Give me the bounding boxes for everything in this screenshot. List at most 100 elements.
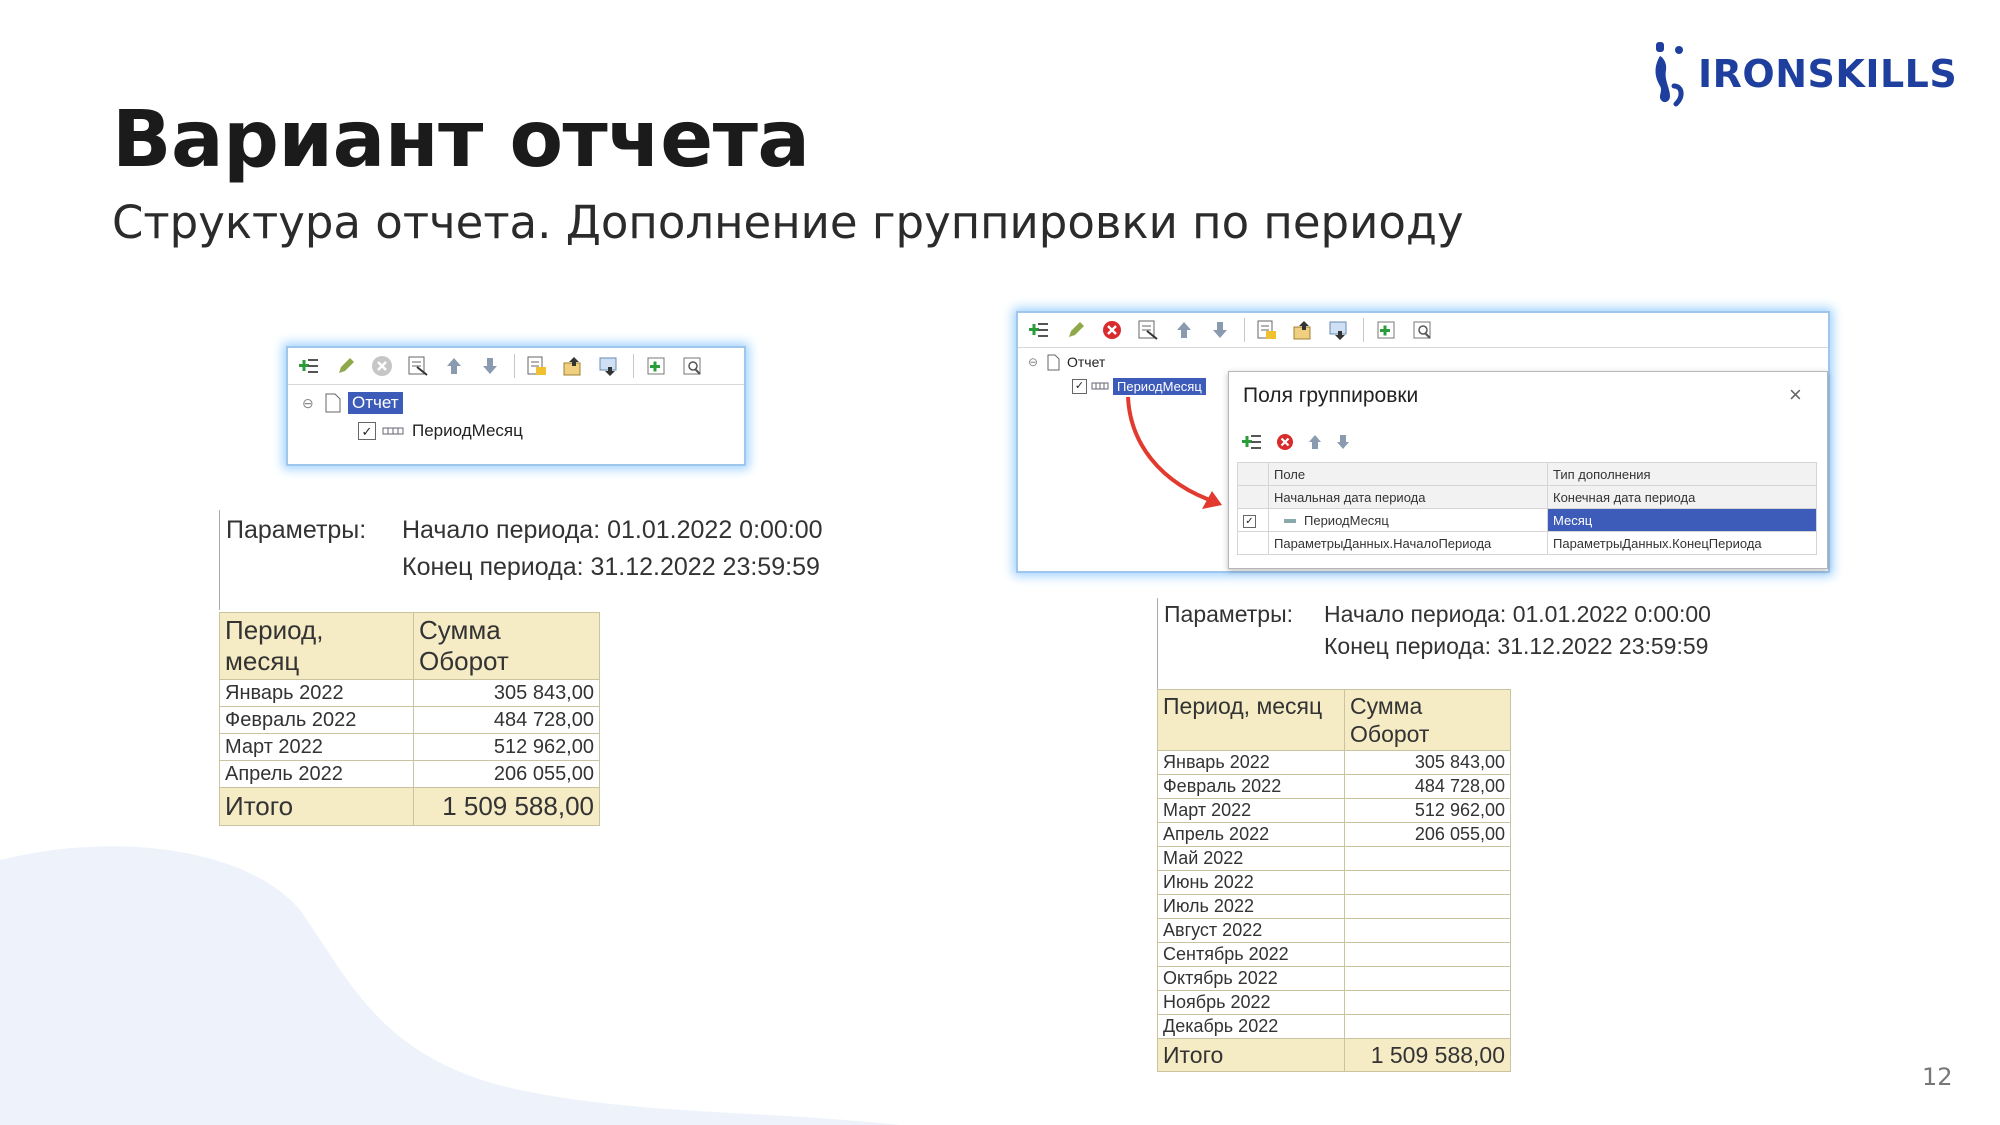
- selected-type-cell[interactable]: Месяц: [1547, 508, 1817, 532]
- table-header-row: Период, месяц Сумма Оборот: [1157, 689, 1511, 751]
- close-icon[interactable]: ×: [1789, 382, 1802, 408]
- grouping-fields-dialog: Поля группировки × Поле Тип дополнения Н…: [1228, 371, 1828, 569]
- right-params-block: Параметры: Начало периода: 01.01.2022 0:…: [1157, 598, 1778, 690]
- add-icon[interactable]: [1026, 316, 1054, 344]
- col-field-header: Поле: [1268, 462, 1548, 486]
- expand-icon[interactable]: [642, 352, 670, 380]
- total-label: Итого: [1157, 1038, 1345, 1072]
- table-row: Апрель 2022 206 055,00: [1157, 822, 1511, 847]
- col-period-header: Период, месяц: [219, 612, 414, 680]
- table-row: Апрель 2022 206 055,00: [219, 760, 600, 788]
- arrow-down-icon[interactable]: [1329, 428, 1357, 456]
- table-row[interactable]: Начальная дата периода Конечная дата пер…: [1237, 485, 1817, 509]
- field-icon: [1284, 519, 1296, 524]
- document-icon: [325, 393, 341, 413]
- table-header-row: Период, месяц Сумма Оборот: [219, 612, 600, 680]
- tree-child-row[interactable]: ✓ ПериодМесяц: [302, 417, 744, 445]
- red-arrow-icon: [1126, 396, 1222, 509]
- right-report-table: Период, месяц Сумма Оборот Январь 2022 30…: [1157, 689, 1511, 1072]
- group-up-icon[interactable]: [559, 352, 587, 380]
- table-row: Май 2022: [1157, 846, 1511, 871]
- total-value: 1 509 588,00: [1344, 1038, 1511, 1072]
- page-number: 12: [1922, 1063, 1953, 1091]
- group-checkbox[interactable]: ✓: [358, 422, 376, 440]
- left-params-block: Параметры: Начало периода: 01.01.2022 0:…: [219, 510, 850, 610]
- param-end: Конец периода: 31.12.2022 23:59:59: [1324, 633, 1709, 659]
- table-row: Февраль 2022 484 728,00: [219, 706, 600, 734]
- total-row: Итого 1 509 588,00: [219, 787, 600, 826]
- table-row: Март 2022 512 962,00: [219, 733, 600, 761]
- tree-root-label[interactable]: Отчет: [348, 392, 403, 414]
- total-label: Итого: [219, 787, 414, 826]
- right-structure-panel: ⊖ Отчет ✓ ПериодМесяц Поля группировки ×…: [1016, 311, 1830, 573]
- brand-logo: IRONSKILLS: [1652, 38, 1957, 110]
- arrow-down-icon[interactable]: [1206, 316, 1234, 344]
- delete-icon[interactable]: [368, 352, 396, 380]
- grouping-fields-table: Поле Тип дополнения Начальная дата перио…: [1237, 462, 1817, 555]
- delete-icon[interactable]: [1098, 316, 1126, 344]
- logo-text: IRONSKILLS: [1698, 52, 1958, 96]
- expand-icon[interactable]: [1372, 316, 1400, 344]
- edit-icon[interactable]: [1062, 316, 1090, 344]
- col-sum-header: Сумма Оборот: [413, 612, 600, 680]
- background-wave: [0, 846, 900, 1125]
- group-up-icon[interactable]: [1289, 316, 1317, 344]
- table-row: Сентябрь 2022: [1157, 942, 1511, 967]
- col-period-header: Период, месяц: [1157, 689, 1345, 751]
- dialog-title: Поля группировки: [1243, 384, 1419, 407]
- collapse-icon[interactable]: [678, 352, 706, 380]
- settings-icon[interactable]: [404, 352, 432, 380]
- table-row: Январь 2022 305 843,00: [1157, 750, 1511, 775]
- table-row: Июнь 2022: [1157, 870, 1511, 895]
- param-end: Конец периода: 31.12.2022 23:59:59: [402, 553, 820, 581]
- logo-mark-icon: [1655, 42, 1684, 107]
- arrow-down-icon[interactable]: [476, 352, 504, 380]
- param-start: Начало периода: 01.01.2022 0:00:00: [402, 516, 823, 544]
- left-toolbar: [288, 348, 744, 385]
- document-icon: [1047, 354, 1060, 370]
- total-row: Итого 1 509 588,00: [1157, 1038, 1511, 1072]
- col-sum-header: Сумма Оборот: [1344, 689, 1511, 751]
- total-value: 1 509 588,00: [413, 787, 600, 826]
- collapse-icon[interactable]: [1408, 316, 1436, 344]
- table-row: Ноябрь 2022: [1157, 990, 1511, 1015]
- slide-title: Вариант отчета: [112, 95, 810, 185]
- tree-child-label[interactable]: ПериодМесяц: [412, 421, 523, 441]
- table-row: Январь 2022 305 843,00: [219, 679, 600, 707]
- collapse-toggle-icon[interactable]: ⊖: [1028, 355, 1046, 369]
- add-icon[interactable]: [296, 352, 324, 380]
- arrow-up-icon[interactable]: [440, 352, 468, 380]
- table-row: Декабрь 2022: [1157, 1014, 1511, 1039]
- dialog-toolbar: [1239, 428, 1365, 456]
- params-label: Параметры:: [1164, 601, 1293, 627]
- table-header-row: Поле Тип дополнения: [1237, 462, 1817, 486]
- grouping-icon: [382, 427, 404, 435]
- group-icon[interactable]: [523, 352, 551, 380]
- arrow-up-icon[interactable]: [1170, 316, 1198, 344]
- grouping-icon: [1091, 382, 1109, 390]
- group-icon[interactable]: [1253, 316, 1281, 344]
- delete-icon[interactable]: [1271, 428, 1299, 456]
- table-row: Октябрь 2022: [1157, 966, 1511, 991]
- param-start: Начало периода: 01.01.2022 0:00:00: [1324, 601, 1711, 627]
- group-checkbox[interactable]: ✓: [1072, 378, 1087, 394]
- group-down-icon[interactable]: [595, 352, 623, 380]
- table-row[interactable]: ПараметрыДанных.НачалоПериода ПараметрыД…: [1237, 531, 1817, 555]
- table-row: Февраль 2022 484 728,00: [1157, 774, 1511, 799]
- group-down-icon[interactable]: [1325, 316, 1353, 344]
- right-toolbar: [1018, 313, 1828, 348]
- left-report-table: Период, месяц Сумма Оборот Январь 2022 30…: [219, 612, 600, 826]
- collapse-toggle-icon[interactable]: ⊖: [302, 395, 324, 412]
- table-row: Март 2022 512 962,00: [1157, 798, 1511, 823]
- table-row[interactable]: ✓ ПериодМесяц Месяц: [1237, 508, 1817, 532]
- table-row: Июль 2022: [1157, 894, 1511, 919]
- arrow-up-icon[interactable]: [1301, 428, 1329, 456]
- edit-icon[interactable]: [332, 352, 360, 380]
- slide-subtitle: Структура отчета. Дополнение группировки…: [112, 196, 1464, 249]
- settings-icon[interactable]: [1134, 316, 1162, 344]
- tree-root-label[interactable]: Отчет: [1067, 354, 1105, 370]
- left-structure-panel: ⊖ Отчет ✓ ПериодМесяц: [286, 346, 746, 466]
- table-row: Август 2022: [1157, 918, 1511, 943]
- col-type-header: Тип дополнения: [1547, 462, 1817, 486]
- tree-root-row[interactable]: ⊖ Отчет: [302, 389, 744, 417]
